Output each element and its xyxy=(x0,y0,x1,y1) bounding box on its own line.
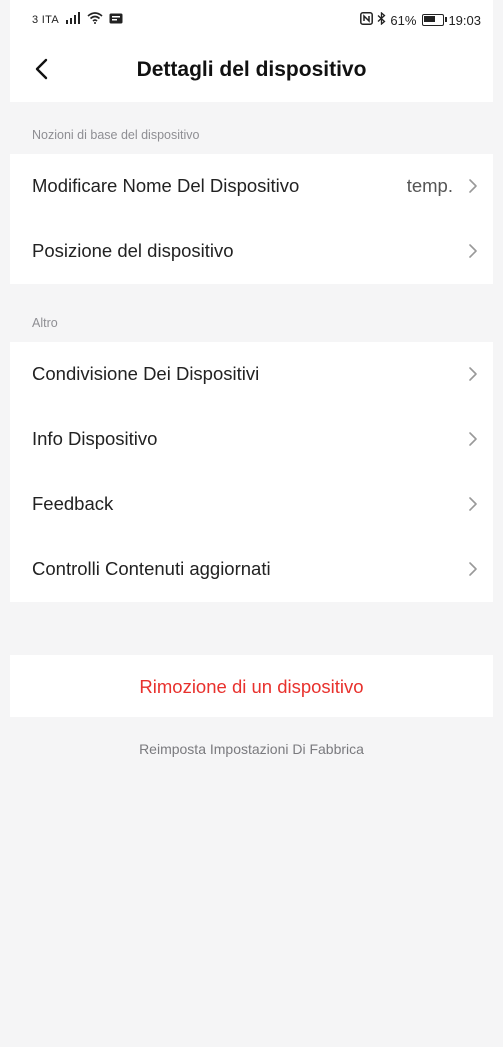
chevron-right-icon xyxy=(469,244,477,258)
feedback-row[interactable]: Feedback xyxy=(10,472,493,537)
clock: 19:03 xyxy=(448,12,481,28)
section-header-other: Altro xyxy=(10,284,493,342)
section-label-basics: Nozioni di base del dispositivo xyxy=(32,128,200,142)
header-bar: Dettagli del dispositivo xyxy=(10,40,493,102)
section-label-other: Altro xyxy=(32,316,58,330)
row-label: Controlli Contenuti aggiornati xyxy=(32,558,271,579)
section-header-basics: Nozioni di base del dispositivo xyxy=(10,102,493,154)
carrier-label: 3 ITA xyxy=(32,13,59,26)
device-name-value: temp. xyxy=(406,175,453,196)
remove-device-button[interactable]: Rimozione di un dispositivo xyxy=(10,655,493,717)
notification-icon xyxy=(109,12,123,27)
signal-icon xyxy=(65,12,81,27)
remove-device-label: Rimozione di un dispositivo xyxy=(139,676,364,697)
chevron-right-icon xyxy=(469,179,477,193)
bluetooth-icon xyxy=(377,11,386,28)
row-label: Posizione del dispositivo xyxy=(32,240,234,261)
factory-reset-link[interactable]: Reimposta Impostazioni Di Fabbrica xyxy=(10,741,493,757)
device-info-row[interactable]: Info Dispositivo xyxy=(10,407,493,472)
status-bar-right: 61% 19:03 xyxy=(360,11,481,28)
chevron-right-icon xyxy=(469,432,477,446)
device-location-row[interactable]: Posizione del dispositivo xyxy=(10,219,493,284)
group-other: Condivisione Dei Dispositivi Info Dispos… xyxy=(10,342,493,602)
chevron-right-icon xyxy=(469,367,477,381)
wifi-icon xyxy=(87,12,103,27)
battery-percent: 61% xyxy=(390,12,417,28)
nfc-icon xyxy=(360,12,374,28)
device-sharing-row[interactable]: Condivisione Dei Dispositivi xyxy=(10,342,493,407)
edit-device-name-row[interactable]: Modificare Nome Del Dispositivo temp. xyxy=(10,154,493,219)
row-label: Feedback xyxy=(32,493,114,514)
page-title: Dettagli del dispositivo xyxy=(136,58,367,81)
battery-icon xyxy=(422,14,448,26)
chevron-right-icon xyxy=(469,497,477,511)
row-label: Modificare Nome Del Dispositivo xyxy=(32,175,300,196)
check-updates-row[interactable]: Controlli Contenuti aggiornati xyxy=(10,537,493,602)
row-label: Info Dispositivo xyxy=(32,428,158,449)
status-bar: 3 ITA 61% 19:03 xyxy=(10,0,493,40)
row-label: Condivisione Dei Dispositivi xyxy=(32,363,260,384)
chevron-right-icon xyxy=(469,562,477,576)
status-bar-left: 3 ITA xyxy=(32,12,123,27)
screen: 3 ITA 61% 19:03 Dettagli del dispositivo… xyxy=(10,0,493,1047)
group-basics: Modificare Nome Del Dispositivo temp. Po… xyxy=(10,154,493,284)
